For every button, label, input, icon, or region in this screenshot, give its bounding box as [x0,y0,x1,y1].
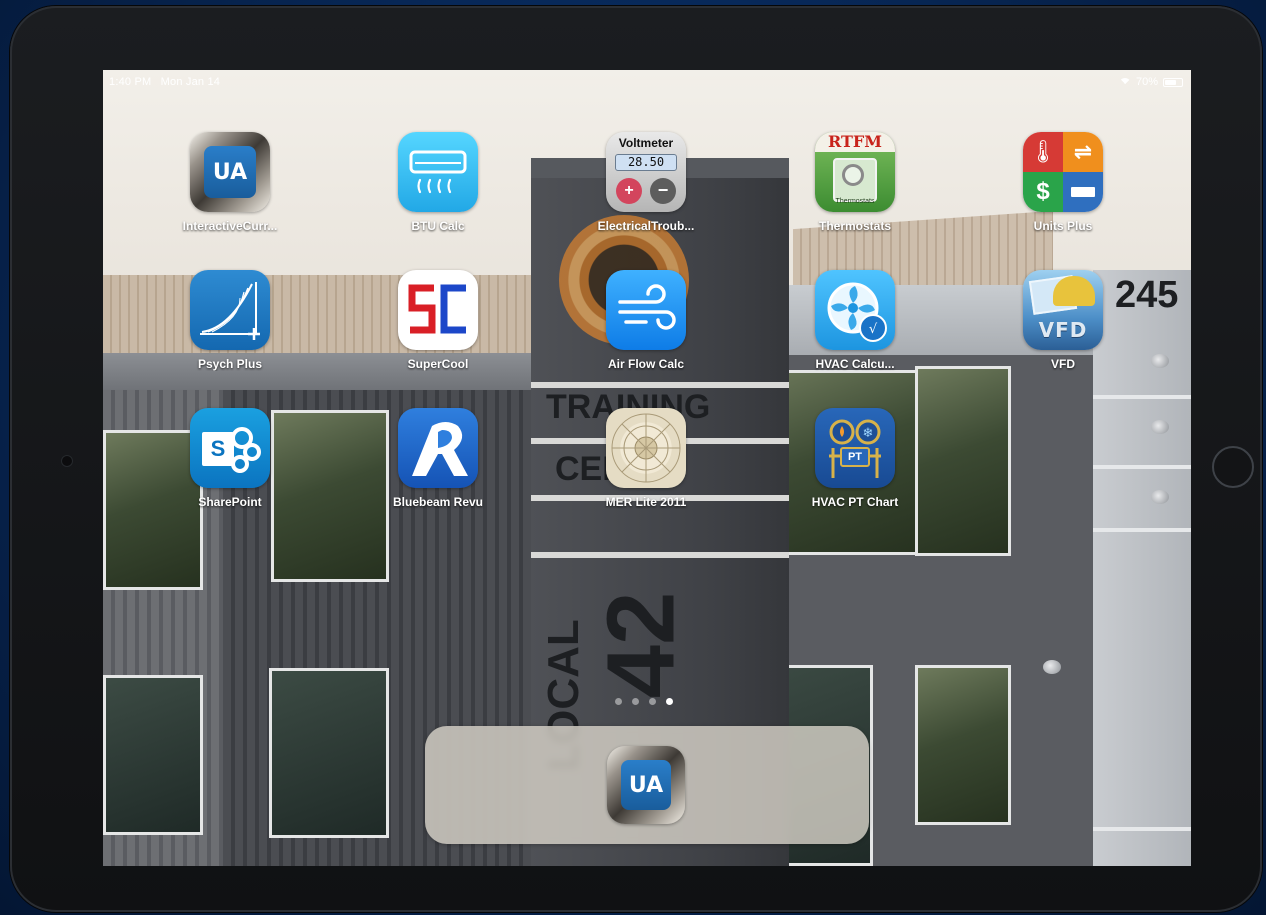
app-label: HVAC PT Chart [811,495,899,509]
app-mer-lite-2011[interactable]: MER Lite 2011 [586,408,706,509]
app-electrical-troubleshooting[interactable]: Voltmeter 28.50 + − ElectricalTroub... [586,132,706,233]
app-bluebeam-revu[interactable]: Bluebeam Revu [378,408,498,509]
app-interactive-curriculum[interactable]: UA InteractiveCurr... [170,132,290,233]
status-bar-right: 70% [1118,76,1183,90]
voltmeter-reading: 28.50 [615,154,677,171]
app-label: Units Plus [1033,219,1093,233]
app-label: Bluebeam Revu [392,495,484,509]
dock: UA [425,726,869,844]
wallpaper-window [915,665,1011,825]
app-label: ElectricalTroub... [597,219,695,233]
app-air-flow-calc[interactable]: Air Flow Calc [586,270,706,371]
page-dot[interactable] [632,698,639,705]
fan-calculator-icon: √ [815,270,895,350]
app-label: BTU Calc [411,219,465,233]
app-vfd[interactable]: VFD VFD [1003,270,1123,371]
app-label: Thermostats [818,219,892,233]
vfd-text: VFD [1038,318,1088,342]
wallpaper-tower-vertical-number: 42 [587,591,695,699]
app-label: InteractiveCurr... [182,219,278,233]
status-time: 1:40 PM [109,76,152,88]
vfd-icon: VFD [1023,270,1103,350]
ua-logo-icon: UA [190,132,270,212]
app-label: SuperCool [407,357,469,371]
rtfm-manual-icon: RTFM Thermostats [815,132,895,212]
plus-icon: + [616,178,642,204]
app-label: HVAC Calcu... [815,357,895,371]
app-btu-calc[interactable]: BTU Calc [378,132,498,233]
ipad-device: 245 TRAINING CEN LOCAL 42 1:40 PM Mon Ja… [10,6,1262,912]
app-label: VFD [1051,357,1075,371]
dock-app-ua[interactable]: UA [607,746,685,824]
convert-arrows-icon: ⇌ [1063,132,1103,172]
home-screen: 245 TRAINING CEN LOCAL 42 1:40 PM Mon Ja… [103,70,1191,866]
sc-logo-icon [398,270,478,350]
ruler-icon [1063,172,1103,212]
page-dot[interactable] [649,698,656,705]
air-conditioner-icon [398,132,478,212]
page-indicator[interactable] [615,698,673,705]
app-label: Psych Plus [197,357,263,371]
app-supercool[interactable]: SuperCool [378,270,498,371]
rtfm-title: RTFM [815,132,895,152]
front-camera [62,456,72,466]
app-label: MER Lite 2011 [605,495,687,509]
page-dot[interactable] [615,698,622,705]
app-sharepoint[interactable]: S SharePoint [170,408,290,509]
app-hvac-pt-chart[interactable]: ❄ PT HVAC PT Chart [795,408,915,509]
app-label: SharePoint [198,495,262,509]
wifi-icon [1118,78,1131,90]
ua-logo-icon: UA [621,760,671,810]
formula-wheel-icon [606,408,686,488]
home-button[interactable] [1212,446,1254,488]
app-hvac-calculator[interactable]: √ HVAC Calcu... [795,270,915,371]
wallpaper-column-line [1093,528,1191,532]
app-label: Air Flow Calc [607,357,684,371]
wallpaper-bolt [1043,660,1061,674]
voltmeter-title: Voltmeter [618,136,674,150]
battery-level-fill [1165,79,1176,85]
rtfm-subtitle: Thermostats [835,198,875,205]
wallpaper-column-line [1093,465,1191,469]
wallpaper-column-line [1093,827,1191,831]
psychrometric-chart-icon [190,270,270,350]
wallpaper-window [269,668,389,838]
wallpaper-window [915,366,1011,556]
wind-icon [606,270,686,350]
pt-text: PT [847,451,863,463]
wallpaper-column-line [1093,395,1191,399]
wallpaper-bolt [1151,354,1169,368]
app-psych-plus[interactable]: Psych Plus [170,270,290,371]
ua-logo-text: UA [204,146,256,198]
currency-icon: $ [1023,172,1063,212]
svg-text:❄: ❄ [863,426,874,441]
wallpaper-tower-stripe [531,552,789,558]
pt-gauges-icon: ❄ PT [815,408,895,488]
page-dot[interactable] [666,698,673,705]
thermometer-icon: 🌡 [1023,132,1063,172]
units-converter-icon: 🌡 ⇌ $ [1023,132,1103,212]
battery-icon [1163,77,1183,87]
app-units-plus[interactable]: 🌡 ⇌ $ Units Plus [1003,132,1123,233]
bluebeam-icon [398,408,478,488]
status-date: Mon Jan 14 [160,76,221,88]
sharepoint-letter: S [210,436,226,461]
magnifier-icon [842,164,864,186]
svg-text:√: √ [869,322,878,337]
wallpaper-building-number: 245 [1115,274,1179,316]
battery-percent: 70% [1135,76,1158,88]
app-thermostats[interactable]: RTFM Thermostats Thermostats [795,132,915,233]
voltmeter-icon: Voltmeter 28.50 + − [606,132,686,212]
minus-icon: − [650,178,676,204]
wallpaper-bolt [1151,420,1169,434]
wallpaper-bolt [1151,490,1169,504]
status-bar-left: 1:40 PM Mon Jan 14 [109,76,226,88]
sharepoint-icon: S [190,408,270,488]
wallpaper-window [103,675,203,835]
